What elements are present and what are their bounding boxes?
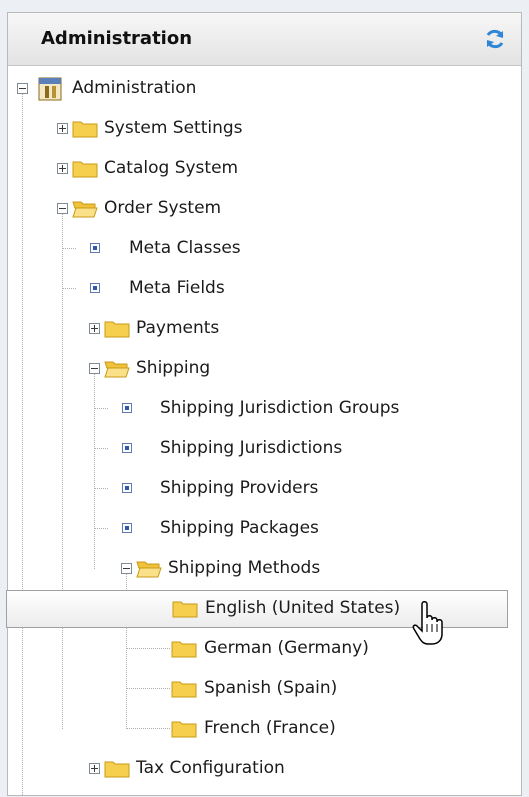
tree-node-label: Shipping (136, 358, 211, 378)
hand-pointer-cursor-icon (412, 601, 443, 645)
folder-icon (171, 681, 197, 698)
tree-node-label: Order System (104, 198, 222, 218)
folder-open-icon (136, 561, 162, 578)
tree-node-meta-fields[interactable]: Meta Fields (8, 270, 521, 308)
tree-node-shipping-jurisdiction-groups[interactable]: Shipping Jurisdiction Groups (8, 390, 521, 428)
admin-tree: Administration System Settings Catalog S… (6, 66, 521, 797)
tree-node-meta-classes[interactable]: Meta Classes (8, 230, 521, 268)
tree-node-label: English (United States) (205, 598, 401, 618)
tree-node-label: Shipping Jurisdictions (160, 438, 343, 458)
leaf-node-icon (90, 243, 100, 253)
tree-node-shipping[interactable]: Shipping (8, 350, 521, 388)
refresh-icon[interactable] (483, 27, 507, 51)
admin-icon (38, 77, 62, 101)
collapse-toggle-icon[interactable] (57, 203, 68, 214)
tree-node-label: Meta Fields (129, 278, 225, 298)
folder-icon (172, 601, 198, 618)
folder-icon (72, 121, 98, 138)
expand-toggle-icon[interactable] (89, 323, 100, 334)
tree-node-payments[interactable]: Payments (8, 310, 521, 348)
tree-node-label: Administration (72, 78, 197, 98)
collapse-toggle-icon[interactable] (17, 83, 28, 94)
folder-open-icon (72, 201, 98, 218)
tree-node-label: Spanish (Spain) (204, 678, 338, 698)
tree-node-label: French (France) (204, 718, 336, 738)
tree-node-shipping-methods[interactable]: Shipping Methods (8, 550, 521, 588)
tree-node-shipping-providers[interactable]: Shipping Providers (8, 470, 521, 508)
tree-node-label: Meta Classes (129, 238, 241, 258)
expand-toggle-icon[interactable] (57, 163, 68, 174)
leaf-node-icon (122, 483, 132, 493)
leaf-node-icon (122, 523, 132, 533)
folder-open-icon (104, 361, 130, 378)
tree-node-catalog-system[interactable]: Catalog System (8, 150, 521, 188)
leaf-node-icon (90, 283, 100, 293)
tree-node-label: Shipping Jurisdiction Groups (160, 398, 400, 418)
tree-node-label: Tax Configuration (136, 758, 285, 778)
tree-node-label: Shipping Packages (160, 518, 319, 538)
expand-toggle-icon[interactable] (89, 763, 100, 774)
tree-node-tax-configuration[interactable]: Tax Configuration (8, 750, 521, 788)
tree-node-label: Shipping Methods (168, 558, 321, 578)
tree-node-label: Payments (136, 318, 220, 338)
tree-node-label: German (Germany) (204, 638, 369, 658)
folder-icon (104, 761, 130, 778)
tree-node-spanish-spain[interactable]: Spanish (Spain) (8, 670, 521, 708)
collapse-toggle-icon[interactable] (121, 563, 132, 574)
leaf-node-icon (122, 403, 132, 413)
panel-header: Administration (8, 13, 521, 66)
tree-node-label: Catalog System (104, 158, 239, 178)
tree-node-shipping-jurisdictions[interactable]: Shipping Jurisdictions (8, 430, 521, 468)
folder-icon (171, 721, 197, 738)
folder-icon (171, 641, 197, 658)
tree-node-system-settings[interactable]: System Settings (8, 110, 521, 148)
expand-toggle-icon[interactable] (57, 123, 68, 134)
folder-icon (104, 321, 130, 338)
tree-node-order-system[interactable]: Order System (8, 190, 521, 228)
panel-title: Administration (41, 28, 193, 49)
tree-node-shipping-packages[interactable]: Shipping Packages (8, 510, 521, 548)
tree-node-french-france[interactable]: French (France) (8, 710, 521, 748)
tree-node-administration[interactable]: Administration (8, 70, 521, 108)
administration-panel: Administration Administration System Set… (6, 12, 522, 797)
tree-node-label: Shipping Providers (160, 478, 319, 498)
collapse-toggle-icon[interactable] (89, 363, 100, 374)
leaf-node-icon (122, 443, 132, 453)
folder-icon (72, 161, 98, 178)
tree-node-label: System Settings (104, 118, 243, 138)
